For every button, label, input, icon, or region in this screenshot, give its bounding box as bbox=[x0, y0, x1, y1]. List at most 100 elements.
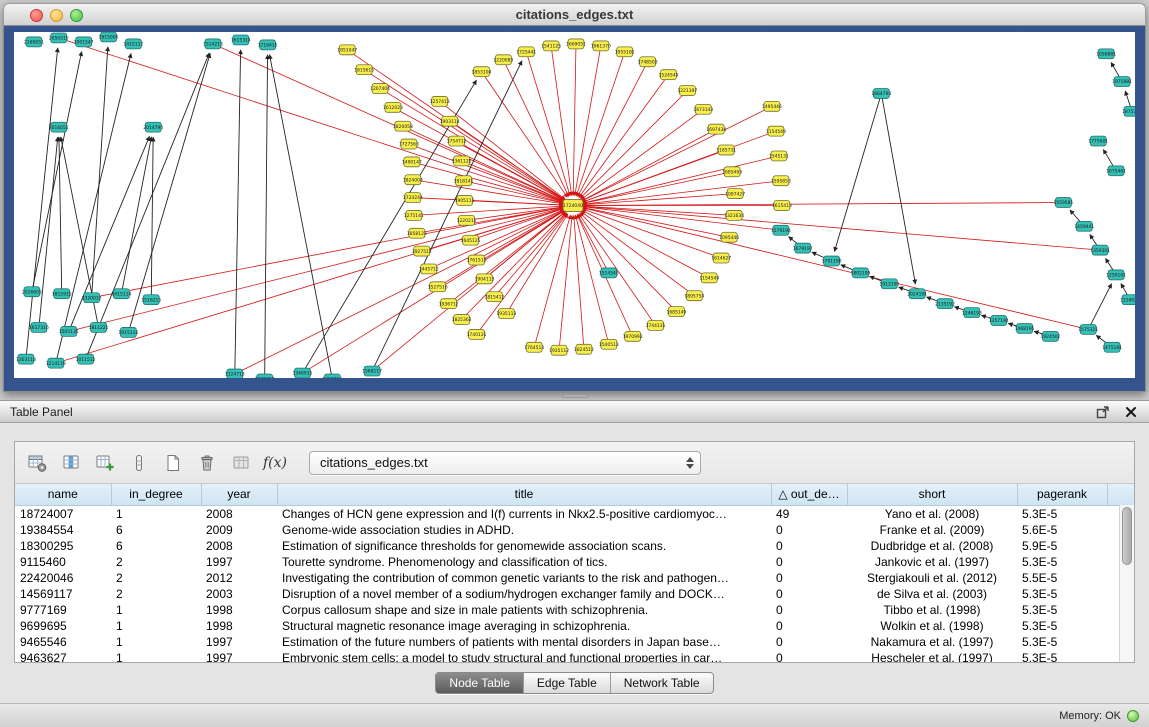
table-row[interactable]: 946554611997Estimation of the future num… bbox=[15, 634, 1134, 650]
graph-edge[interactable] bbox=[551, 46, 572, 196]
column-header[interactable]: title bbox=[277, 484, 771, 505]
table-cell[interactable]: Investigating the contribution of common… bbox=[277, 570, 771, 586]
table-cell[interactable]: 49 bbox=[771, 505, 847, 522]
graph-edge[interactable] bbox=[213, 44, 564, 202]
network-canvas[interactable]: 1724040185104718156151207404161202318200… bbox=[14, 32, 1135, 378]
minimize-window-button[interactable] bbox=[50, 9, 63, 22]
graph-node[interactable]: 1935113 bbox=[496, 309, 516, 319]
graph-node[interactable]: 2016051 bbox=[49, 122, 69, 132]
table-cell[interactable]: 1998 bbox=[201, 602, 277, 618]
graph-node[interactable]: 1011512 bbox=[76, 354, 96, 364]
graph-node[interactable]: 1516215 bbox=[141, 295, 161, 305]
table-cell[interactable]: Tibbo et al. (1998) bbox=[847, 602, 1017, 618]
table-row[interactable]: 2242004622012Investigating the contribut… bbox=[15, 570, 1134, 586]
graph-node[interactable]: 2050315 bbox=[49, 33, 69, 43]
import-table-button[interactable] bbox=[227, 448, 255, 478]
table-cell[interactable]: Tourette syndrome. Phenomenology and cla… bbox=[277, 554, 771, 570]
table-cell[interactable]: 1997 bbox=[201, 634, 277, 650]
table-cell[interactable]: Disruption of a novel member of a sodium… bbox=[277, 586, 771, 602]
table-cell[interactable]: Franke et al. (2009) bbox=[847, 522, 1017, 538]
graph-node[interactable]: 1853104 bbox=[472, 67, 492, 77]
graph-node[interactable]: 1445712 bbox=[419, 264, 439, 274]
table-cell[interactable]: 2 bbox=[111, 586, 201, 602]
graph-edge[interactable] bbox=[583, 206, 734, 215]
table-cell[interactable]: 5.3E-5 bbox=[1017, 586, 1107, 602]
graph-edge[interactable] bbox=[92, 47, 108, 298]
graph-node[interactable]: 1320013 bbox=[82, 293, 102, 303]
graph-node[interactable]: 1824512 bbox=[574, 344, 594, 354]
graph-node[interactable]: 1802199 bbox=[851, 268, 871, 278]
graph-node[interactable]: 2014790 bbox=[143, 122, 163, 132]
graph-node[interactable]: 1246193 bbox=[962, 308, 982, 318]
graph-edge[interactable] bbox=[270, 55, 333, 378]
graph-node[interactable]: 1185731 bbox=[716, 145, 736, 155]
table-cell[interactable]: 0 bbox=[771, 586, 847, 602]
graph-edge[interactable] bbox=[573, 44, 576, 196]
zoom-window-button[interactable] bbox=[70, 9, 83, 22]
table-cell[interactable]: 0 bbox=[771, 618, 847, 634]
graph-node[interactable]: 1924502 bbox=[1041, 331, 1061, 341]
table-cell[interactable]: 5.3E-5 bbox=[1017, 650, 1107, 664]
graph-node[interactable]: 1975881 bbox=[1112, 77, 1132, 87]
graph-node[interactable]: 1514545 bbox=[599, 268, 619, 278]
table-cell[interactable]: Corpus callosum shape and size in male p… bbox=[277, 602, 771, 618]
graph-node[interactable]: 1697434 bbox=[706, 124, 726, 134]
table-cell[interactable]: 1 bbox=[111, 618, 201, 634]
table-cell[interactable]: Estimation of the future numbers of pati… bbox=[277, 634, 771, 650]
graph-node[interactable]: 1303118 bbox=[16, 354, 36, 364]
graph-node[interactable]: 1961370 bbox=[591, 41, 611, 51]
graph-node[interactable]: 1359301 bbox=[1090, 245, 1110, 255]
graph-node[interactable]: 1495446 bbox=[762, 101, 782, 111]
graph-node[interactable]: 1612023 bbox=[383, 102, 403, 112]
graph-node[interactable]: 1811221 bbox=[89, 322, 109, 332]
graph-node[interactable]: 1761513 bbox=[467, 255, 487, 265]
graph-edge[interactable] bbox=[59, 38, 564, 202]
graph-node[interactable]: 1214119 bbox=[46, 358, 66, 368]
graph-node[interactable]: 1505135 bbox=[59, 326, 79, 336]
graph-node[interactable]: 1915116 bbox=[118, 327, 138, 337]
graph-edge[interactable] bbox=[151, 137, 153, 300]
graph-node[interactable]: 1524549 bbox=[659, 70, 679, 80]
graph-node[interactable]: 1559581 bbox=[1053, 198, 1073, 208]
table-cell[interactable]: Structural magnetic resonance image aver… bbox=[277, 618, 771, 634]
graph-edge[interactable] bbox=[582, 129, 716, 201]
graph-edge[interactable] bbox=[503, 60, 568, 197]
table-row[interactable]: 911546021997Tourette syndrome. Phenomeno… bbox=[15, 554, 1134, 570]
graph-node[interactable]: 1346915 bbox=[293, 368, 313, 378]
graph-edge[interactable] bbox=[235, 210, 564, 374]
graph-node[interactable]: 1815412 bbox=[484, 292, 504, 302]
table-cell[interactable]: 1 bbox=[111, 602, 201, 618]
graph-node[interactable]: 1095446 bbox=[719, 232, 739, 242]
table-row[interactable]: 1830029562008Estimation of significance … bbox=[15, 538, 1134, 554]
graph-node[interactable]: 1617316 bbox=[29, 322, 49, 332]
table-cell[interactable]: 2 bbox=[111, 554, 201, 570]
graph-node[interactable]: 1818141 bbox=[454, 176, 474, 186]
graph-edge[interactable] bbox=[583, 172, 732, 204]
table-cell[interactable]: 9465546 bbox=[15, 634, 111, 650]
table-cell[interactable]: 5.9E-5 bbox=[1017, 538, 1107, 554]
graph-node[interactable]: 1475181 bbox=[1102, 342, 1122, 352]
graph-node[interactable]: 1825363 bbox=[452, 315, 472, 325]
graph-node[interactable]: 1824004 bbox=[403, 175, 423, 185]
column-header[interactable]: name bbox=[15, 484, 111, 505]
table-row[interactable]: 1456911722003Disruption of a novel membe… bbox=[15, 586, 1134, 602]
table-cell[interactable]: 5.3E-5 bbox=[1017, 634, 1107, 650]
close-window-button[interactable] bbox=[30, 9, 43, 22]
graph-node[interactable]: 1579194 bbox=[771, 225, 791, 235]
graph-node[interactable]: 1685493 bbox=[722, 167, 742, 177]
table-cell[interactable]: 2009 bbox=[201, 522, 277, 538]
table-cell[interactable]: 18300295 bbox=[15, 538, 111, 554]
graph-node[interactable]: 1970993 bbox=[623, 331, 643, 341]
graph-node[interactable]: 1875741 bbox=[1122, 106, 1135, 116]
table-cell[interactable]: 1 bbox=[111, 634, 201, 650]
table-cell[interactable]: 0 bbox=[771, 650, 847, 664]
column-header[interactable]: △ out_de… bbox=[771, 484, 847, 505]
graph-node[interactable]: 1815000 bbox=[99, 32, 119, 42]
column-header[interactable]: year bbox=[201, 484, 277, 505]
table-cell[interactable]: 22420046 bbox=[15, 570, 111, 586]
graph-node[interactable]: 1727563 bbox=[399, 139, 419, 149]
table-cell[interactable]: Genome-wide association studies in ADHD. bbox=[277, 522, 771, 538]
graph-edge[interactable] bbox=[69, 208, 564, 331]
table-cell[interactable]: 9699695 bbox=[15, 618, 111, 634]
graph-node[interactable]: 1207404 bbox=[370, 84, 390, 94]
